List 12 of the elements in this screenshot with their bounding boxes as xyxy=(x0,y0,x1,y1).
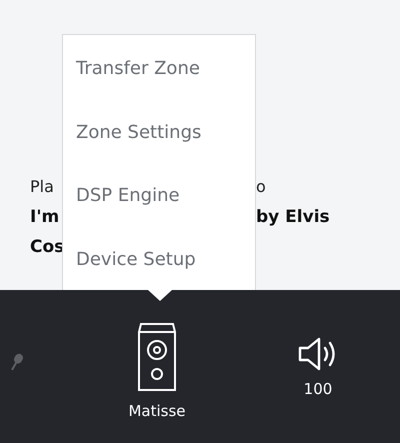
menu-item[interactable]: Transfer Zone xyxy=(63,53,255,116)
zone-name[interactable]: Matisse xyxy=(128,402,186,420)
now-playing-text: by Elvis xyxy=(256,206,330,229)
menu-item[interactable]: Device Setup xyxy=(63,244,255,307)
speaker-icon[interactable] xyxy=(137,320,177,392)
menu-item[interactable]: Zone Settings xyxy=(63,116,255,180)
now-playing-text: Cos xyxy=(30,237,64,257)
volume-level[interactable]: 100 xyxy=(304,380,332,398)
menu-item[interactable]: DSP Engine xyxy=(63,180,255,244)
now-playing-text: o xyxy=(256,176,266,198)
now-playing-text: Pla xyxy=(30,177,54,196)
now-playing-text: I'm xyxy=(30,207,60,227)
